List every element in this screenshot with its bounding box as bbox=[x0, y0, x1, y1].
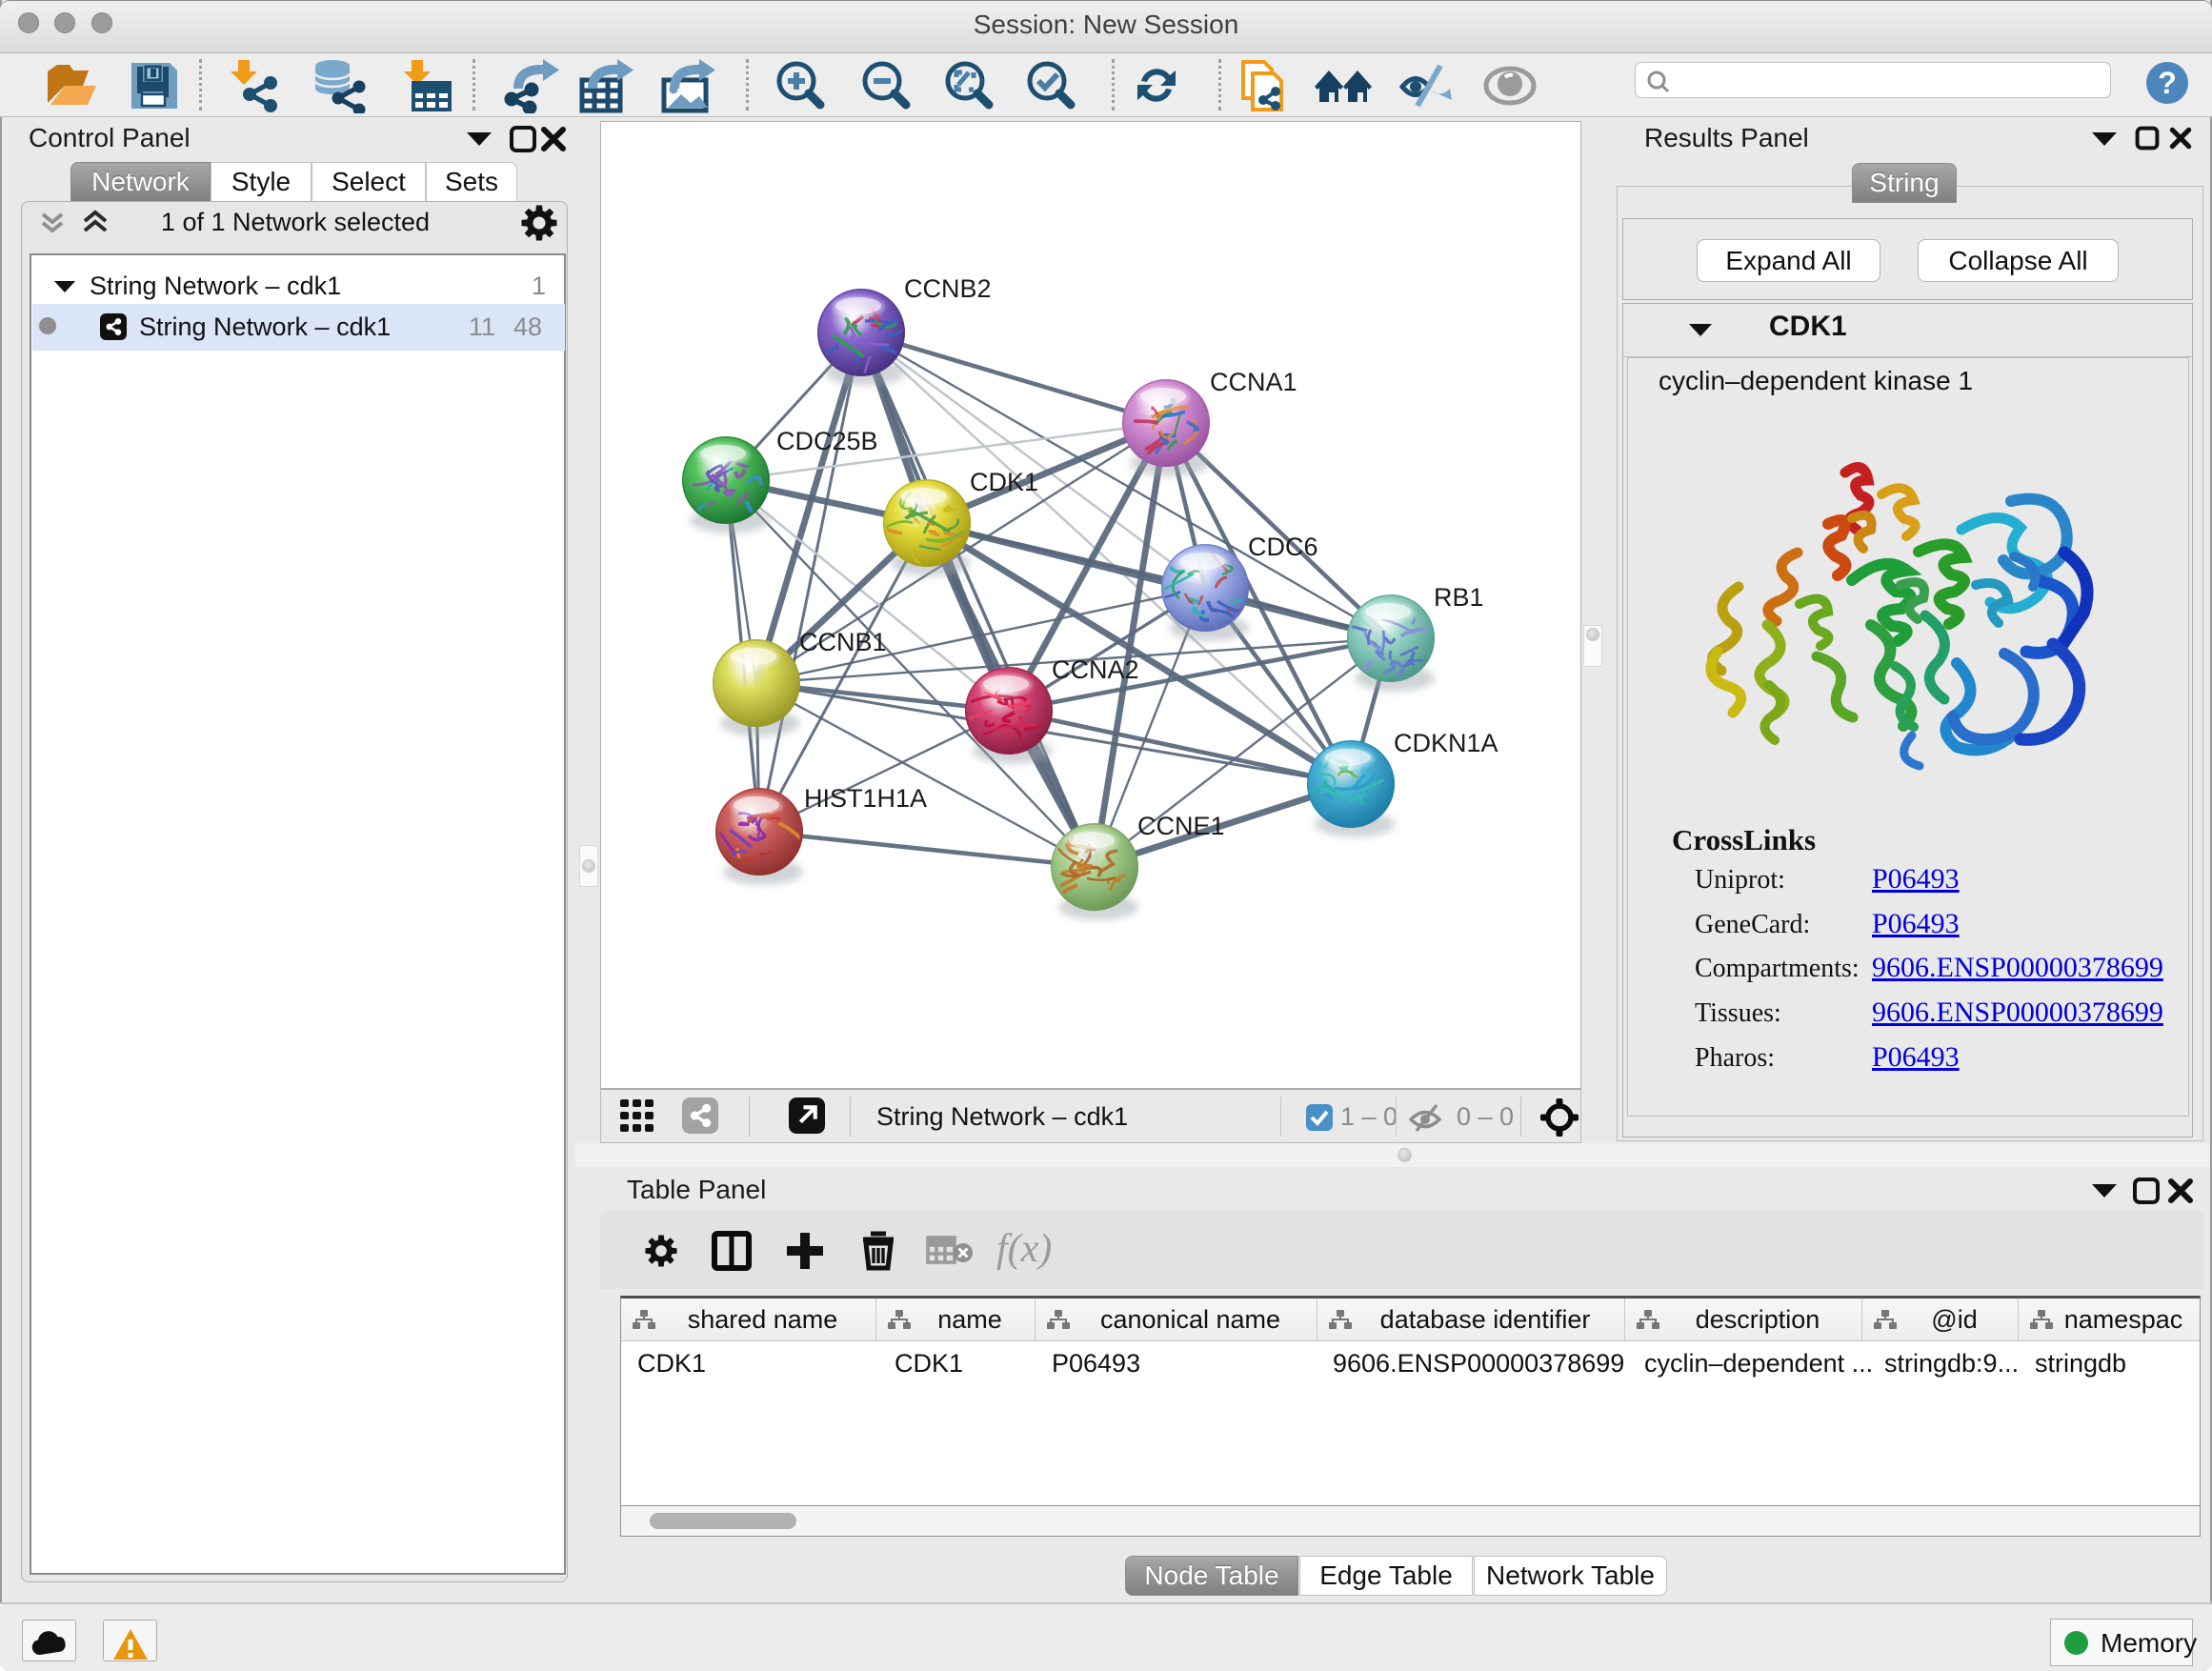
svg-text:CCNE1: CCNE1 bbox=[1137, 812, 1225, 840]
svg-text:CCNA2: CCNA2 bbox=[1052, 655, 1139, 684]
svg-text:HIST1H1A: HIST1H1A bbox=[804, 784, 927, 813]
svg-text:RB1: RB1 bbox=[1434, 583, 1484, 612]
svg-text:CDC25B: CDC25B bbox=[776, 427, 878, 455]
svg-text:?: ? bbox=[2158, 66, 2177, 100]
svg-text:CDC6: CDC6 bbox=[1248, 533, 1318, 561]
svg-text:CCNA1: CCNA1 bbox=[1210, 368, 1297, 396]
svg-text:CCNB2: CCNB2 bbox=[904, 274, 992, 303]
svg-text:CDKN1A: CDKN1A bbox=[1394, 729, 1498, 757]
svg-text:CDK1: CDK1 bbox=[970, 468, 1038, 496]
svg-text:CCNB1: CCNB1 bbox=[799, 628, 887, 656]
